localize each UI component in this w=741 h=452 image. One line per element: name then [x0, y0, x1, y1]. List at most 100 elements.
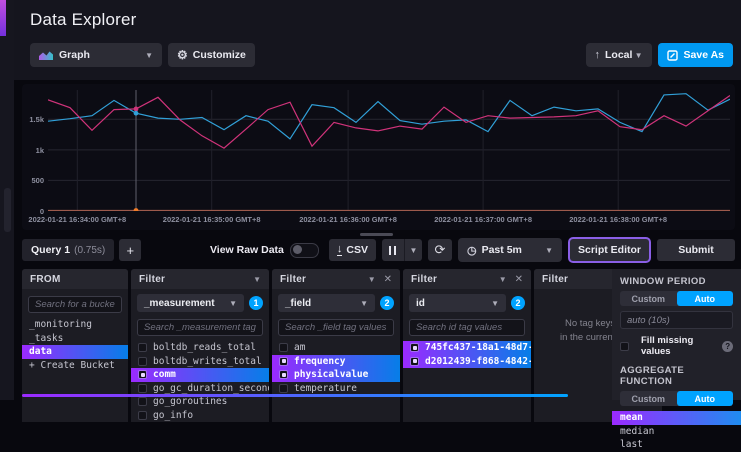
nav-rail[interactable] — [0, 0, 14, 400]
filter-title: Filter — [411, 274, 437, 285]
script-editor-button[interactable]: Script Editor — [570, 239, 649, 261]
checkbox[interactable] — [138, 357, 147, 366]
time-range-dropdown[interactable]: ◷ Past 5m ▼ — [458, 238, 562, 262]
filter-value-row[interactable]: temperature — [272, 382, 400, 396]
horizontal-scrollbar-thumb[interactable] — [22, 394, 568, 397]
create-bucket-label: + Create Bucket — [29, 360, 115, 371]
chevron-down-icon[interactable]: ▼ — [405, 239, 422, 261]
custom-option[interactable]: Custom — [620, 291, 677, 306]
checkbox[interactable] — [620, 342, 629, 351]
bucket-item[interactable]: data — [22, 345, 128, 359]
filter-value-row[interactable]: physicalvalue — [272, 368, 400, 382]
view-type-label: Graph — [59, 49, 90, 61]
bucket-label: _tasks — [29, 333, 63, 344]
window-period-mode-toggle[interactable]: Custom Auto — [620, 291, 733, 306]
id-filter-panel: Filter ▼ ✕ id ▼ 2 745fc437-18a1-48d7-98a… — [403, 269, 531, 422]
filter-value-row[interactable]: go_goroutines — [131, 395, 269, 409]
view-raw-data-toggle[interactable] — [290, 243, 319, 258]
add-query-button[interactable]: + — [119, 239, 141, 261]
tag-key-dropdown[interactable]: _measurement ▼ — [137, 294, 244, 312]
y-tick-label: 1.5k — [22, 115, 44, 124]
checkbox[interactable] — [138, 397, 147, 406]
pause-icon[interactable] — [382, 239, 405, 261]
filter-value-row[interactable]: boltdb_writes_total — [131, 355, 269, 369]
checkbox[interactable] — [279, 384, 288, 393]
aggregate-function-item[interactable]: mean — [612, 411, 741, 425]
tag-key-label: id — [416, 298, 425, 309]
measurement-search-input[interactable] — [137, 319, 263, 336]
fill-missing-values-row[interactable]: Fill missing values ? — [620, 335, 733, 357]
filter-header: Filter ▼ ✕ — [272, 269, 400, 289]
local-dropdown[interactable]: ↑ Local ▼ — [586, 43, 652, 67]
custom-option[interactable]: Custom — [620, 391, 677, 406]
filter-header: Filter ▼ — [131, 269, 269, 289]
csv-download-button[interactable]: ↓ CSV — [329, 239, 376, 261]
filter-value-label: go_info — [153, 410, 193, 421]
customize-button[interactable]: ⚙ Customize — [168, 43, 255, 67]
filter-value-row[interactable]: comm — [131, 368, 269, 382]
bucket-item[interactable]: _monitoring — [22, 318, 128, 332]
query-tab[interactable]: Query 1 (0.75s) — [22, 239, 114, 261]
query-builder: FROM _monitoring _tasks data + Create Bu… — [22, 269, 741, 400]
checkbox[interactable] — [279, 343, 288, 352]
time-series-chart[interactable]: 05001k1.5k 2022-01-21 16:34:00 GMT+82022… — [22, 84, 735, 230]
auto-option[interactable]: Auto — [677, 391, 734, 406]
filter-value-row[interactable]: boltdb_reads_total — [131, 341, 269, 355]
chevron-down-icon: ▼ — [360, 299, 368, 308]
filter-value-row[interactable]: go_gc_duration_seconds — [131, 382, 269, 396]
bucket-item[interactable]: _tasks — [22, 332, 128, 346]
filter-value-label: boltdb_writes_total — [153, 356, 262, 367]
query-duration: (0.75s) — [74, 245, 105, 256]
submit-label: Submit — [678, 244, 714, 256]
view-type-dropdown[interactable]: Graph ▼ — [30, 43, 162, 67]
checkbox[interactable] — [279, 370, 288, 379]
filter-value-row[interactable]: d2012439-f868-4842-bfef-8… — [403, 355, 531, 369]
nav-rail-thumb[interactable] — [4, 188, 11, 232]
chevron-down-icon[interactable]: ▼ — [368, 275, 376, 284]
help-icon[interactable]: ? — [722, 341, 733, 352]
tag-key-dropdown[interactable]: id ▼ — [409, 294, 506, 312]
function-label: last — [620, 439, 643, 450]
function-label: median — [620, 426, 654, 437]
filter-value-row[interactable]: 745fc437-18a1-48d7-98a6-7… — [403, 341, 531, 355]
create-bucket-button[interactable]: + Create Bucket — [22, 359, 128, 373]
filter-value-row[interactable]: go_info — [131, 409, 269, 423]
checkbox[interactable] — [138, 411, 147, 420]
chevron-down-icon[interactable]: ▼ — [499, 275, 507, 284]
aggregate-mode-toggle[interactable]: Custom Auto — [620, 391, 733, 406]
aggregate-function-item[interactable]: last — [612, 438, 741, 452]
tag-key-label: _field — [285, 298, 311, 309]
chevron-down-icon[interactable]: ▼ — [253, 275, 261, 284]
filter-value-row[interactable]: am — [272, 341, 400, 355]
checkbox[interactable] — [279, 357, 288, 366]
filter-value-label: go_gc_duration_seconds — [153, 383, 269, 394]
submit-button[interactable]: Submit — [657, 239, 735, 261]
local-label: Local — [605, 49, 632, 61]
checkbox[interactable] — [138, 343, 147, 352]
close-icon[interactable]: ✕ — [515, 274, 523, 285]
auto-option[interactable]: Auto — [677, 291, 734, 306]
aggregate-function-item[interactable]: median — [612, 425, 741, 439]
checkbox[interactable] — [410, 357, 419, 366]
clock-icon: ◷ — [467, 244, 477, 257]
filter-value-label: d2012439-f868-4842-bfef-8… — [425, 356, 531, 367]
chevron-down-icon: ▼ — [545, 246, 553, 255]
save-as-button[interactable]: Save As — [658, 43, 733, 67]
window-period-panel: WINDOW PERIOD Custom Auto auto (10s) Fil… — [612, 269, 741, 400]
chart-scrollbar-thumb[interactable] — [360, 233, 393, 236]
checkbox[interactable] — [410, 343, 419, 352]
tag-key-dropdown[interactable]: _field ▼ — [278, 294, 375, 312]
refresh-button[interactable]: ⟳ — [428, 239, 452, 261]
checkbox[interactable] — [138, 384, 147, 393]
field-search-input[interactable] — [278, 319, 394, 336]
y-tick-label: 500 — [22, 176, 44, 185]
query-bar: Query 1 (0.75s) + View Raw Data ↓ CSV ▼ … — [22, 238, 735, 262]
bucket-search-input[interactable] — [28, 296, 122, 313]
close-icon[interactable]: ✕ — [384, 274, 392, 285]
pause-split-button[interactable]: ▼ — [382, 239, 422, 261]
filter-value-label: am — [294, 342, 305, 353]
checkbox[interactable] — [138, 370, 147, 379]
window-period-value[interactable]: auto (10s) — [620, 311, 733, 329]
id-search-input[interactable] — [409, 319, 525, 336]
filter-value-row[interactable]: frequency — [272, 355, 400, 369]
